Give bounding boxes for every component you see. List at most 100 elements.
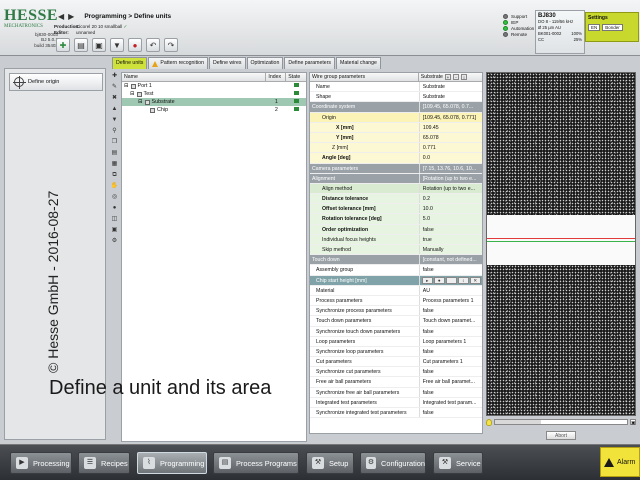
property-value[interactable]: false bbox=[418, 224, 482, 234]
property-control-button[interactable]: ↕ bbox=[457, 276, 469, 284]
grid-icon[interactable]: ▦ bbox=[110, 160, 119, 168]
property-value[interactable]: Process parameters 1 bbox=[418, 295, 482, 306]
undo-button[interactable]: ↶ bbox=[146, 38, 160, 52]
nav-processing[interactable]: ▶ Processing bbox=[10, 452, 72, 474]
property-value[interactable]: [Rotation (up to two e... bbox=[418, 173, 482, 183]
property-value[interactable]: 0.2 bbox=[418, 194, 482, 204]
tree-row-test[interactable]: ⊟ Test bbox=[122, 90, 306, 98]
save-as-button[interactable]: ▣ bbox=[92, 38, 106, 52]
collapse-icon[interactable]: ⊟ bbox=[138, 98, 143, 106]
property-row[interactable]: Synchronize process parameters false bbox=[310, 306, 482, 317]
delete-icon[interactable]: ✖ bbox=[110, 94, 119, 102]
property-row[interactable]: Align method Rotation (up to two e... bbox=[310, 183, 482, 195]
property-row[interactable]: Synchronize loop parameters false bbox=[310, 346, 482, 358]
machine-panel[interactable]: BJ830 DO 8 - 119/56 kHz Ø 25 µm AU BK001… bbox=[535, 10, 585, 54]
property-row[interactable]: Individual focus heights true bbox=[310, 234, 482, 245]
tab-define-wires[interactable]: Define wires bbox=[208, 57, 246, 69]
property-row[interactable]: Integrated test parameters Integrated tes… bbox=[310, 397, 482, 408]
property-row[interactable]: Synchronize integrated test parameters fa… bbox=[310, 408, 482, 419]
import-button[interactable]: ▼ bbox=[110, 38, 124, 52]
nav-configuration[interactable]: ⚙ Configuration bbox=[360, 452, 426, 474]
property-row[interactable]: Free air ball parameters Free air ball pa… bbox=[310, 377, 482, 388]
sort-icon[interactable]: ↕ bbox=[460, 74, 467, 80]
layers-icon[interactable]: ◫ bbox=[110, 215, 119, 223]
property-row[interactable]: Synchronize free air ball parameters fals… bbox=[310, 387, 482, 398]
col-name[interactable]: Name bbox=[122, 73, 267, 81]
collapse-all-icon[interactable]: - bbox=[452, 74, 459, 80]
paste-icon[interactable]: ▤ bbox=[110, 149, 119, 157]
col-state[interactable]: State bbox=[286, 73, 306, 81]
property-row[interactable]: Skip method Manually bbox=[310, 245, 482, 256]
property-row[interactable]: Chip start height [mm] ▸ ● ↕ ✕ bbox=[310, 275, 482, 286]
light-slider[interactable] bbox=[494, 419, 628, 425]
add-icon[interactable]: ✚ bbox=[110, 72, 119, 80]
property-row[interactable]: Rotation tolerance [deg] 5.0 bbox=[310, 214, 482, 225]
property-value[interactable]: Integrated test param... bbox=[418, 397, 482, 407]
property-value[interactable]: 109.45 bbox=[418, 122, 482, 132]
property-row[interactable]: Camera parameters [7.15, 13.76, 10.6, 10.… bbox=[310, 163, 482, 174]
move-down-icon[interactable]: ▼ bbox=[110, 116, 119, 124]
property-row[interactable]: Angle [deg] 0.0 bbox=[310, 153, 482, 164]
property-value[interactable]: 0.0 bbox=[418, 153, 482, 163]
property-row[interactable]: Coordinate system [109.45, 65.078, 0.7... bbox=[310, 102, 482, 113]
property-value[interactable]: Touch down paramet... bbox=[418, 316, 482, 326]
property-value[interactable]: false bbox=[418, 306, 482, 316]
property-value[interactable]: Rotation (up to two e... bbox=[418, 183, 482, 194]
col-index[interactable]: Index bbox=[266, 73, 287, 81]
back-arrow-icon[interactable]: ◀ bbox=[58, 12, 64, 21]
camera-icon[interactable]: ▣ bbox=[110, 226, 119, 234]
nav-setup[interactable]: ⚒ Setup bbox=[306, 452, 354, 474]
expand-icon[interactable]: + bbox=[444, 74, 451, 80]
nav-programming[interactable]: ⌇ Programming bbox=[137, 452, 207, 474]
property-row[interactable]: Distance tolerance 0.2 bbox=[310, 194, 482, 205]
property-row[interactable]: Order optimization false bbox=[310, 224, 482, 235]
property-value[interactable]: Free air ball paramet... bbox=[418, 377, 482, 387]
property-row[interactable]: Shape Substrate bbox=[310, 92, 482, 103]
hand-icon[interactable]: ✋ bbox=[110, 182, 119, 190]
settings-panel[interactable]: Settings EN Bonder bbox=[585, 12, 639, 42]
stop-button[interactable]: ● bbox=[128, 38, 142, 52]
move-up-icon[interactable]: ▲ bbox=[110, 105, 119, 113]
new-program-button[interactable]: ✚ bbox=[56, 38, 70, 52]
property-row[interactable]: Assembly group false bbox=[310, 265, 482, 276]
define-origin-button[interactable]: Define origin bbox=[9, 73, 103, 91]
property-value[interactable]: true bbox=[418, 234, 482, 244]
property-value[interactable]: false bbox=[418, 326, 482, 336]
property-row[interactable]: Offset tolerance [mm] 10.0 bbox=[310, 204, 482, 215]
property-row[interactable]: Origin [109.45, 65.078, 0.771] bbox=[310, 112, 482, 123]
nav-service[interactable]: ⚒ Service bbox=[433, 452, 483, 474]
property-row[interactable]: Name Substrate bbox=[310, 82, 482, 93]
property-row[interactable]: Synchronize cut parameters false bbox=[310, 367, 482, 378]
property-row[interactable]: Alignment [Rotation (up to two e... bbox=[310, 173, 482, 184]
property-value[interactable]: false bbox=[418, 387, 482, 397]
search-icon[interactable]: ⚲ bbox=[110, 127, 119, 135]
abort-button[interactable]: Abort bbox=[546, 431, 576, 440]
property-value[interactable]: [109.45, 65.078, 0.771] bbox=[418, 112, 482, 122]
tab-optimization[interactable]: Optimization bbox=[246, 57, 284, 69]
nav-recipes[interactable]: ☰ Recipes bbox=[78, 452, 130, 474]
property-value[interactable]: false bbox=[418, 346, 482, 357]
tree-row-chip[interactable]: Chip 2 bbox=[122, 106, 306, 114]
light-settings-icon[interactable]: ▣ bbox=[630, 419, 636, 425]
redo-button[interactable]: ↷ bbox=[164, 38, 178, 52]
edit-icon[interactable]: ✎ bbox=[110, 83, 119, 91]
property-value[interactable]: Substrate bbox=[418, 82, 482, 92]
property-value[interactable]: 0.771 bbox=[418, 143, 482, 153]
property-row[interactable]: Loop parameters Loop parameters 1 bbox=[310, 336, 482, 347]
property-row[interactable]: Touch down [constant, not defined... bbox=[310, 255, 482, 266]
tab-pattern-recognition[interactable]: Pattern recognition bbox=[148, 57, 208, 69]
collapse-icon[interactable]: ⊟ bbox=[130, 90, 135, 98]
property-row[interactable]: Process parameters Process parameters 1 bbox=[310, 295, 482, 307]
nav-process-programs[interactable]: ▤ Process Programs bbox=[213, 452, 299, 474]
camera-view[interactable] bbox=[486, 72, 636, 416]
property-row[interactable]: Cut parameters Cut parameters 1 bbox=[310, 357, 482, 368]
copy-icon[interactable]: ❐ bbox=[110, 138, 119, 146]
forward-arrow-icon[interactable]: ▶ bbox=[68, 12, 74, 21]
property-value[interactable]: false bbox=[418, 408, 482, 418]
settings-icon[interactable]: ⚙ bbox=[110, 237, 119, 245]
tree-row-port[interactable]: ⊟ Port 1 bbox=[122, 82, 306, 90]
property-control-button[interactable]: ▸ bbox=[421, 276, 433, 284]
property-value[interactable]: [constant, not defined... bbox=[418, 255, 482, 265]
save-button[interactable]: ▤ bbox=[74, 38, 88, 52]
property-value[interactable]: [7.15, 13.76, 10.6, 10... bbox=[418, 163, 482, 173]
